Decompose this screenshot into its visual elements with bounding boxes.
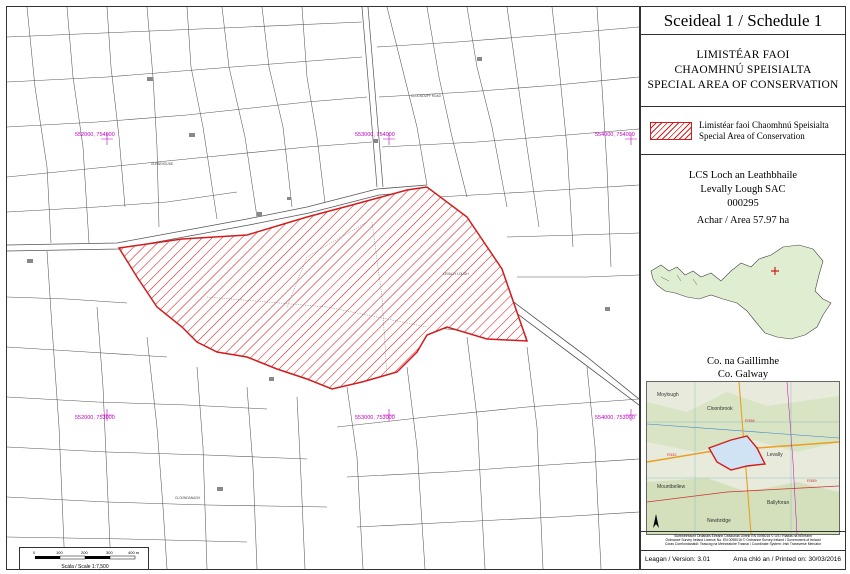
schedule-title: Sceideal 1 / Schedule 1 [641,7,845,35]
heading-line-1: LIMISTÉAR FAOI [696,49,790,61]
inset-label-4: Mountbellew [657,484,685,490]
map-sheet: 552000, 754000 553000, 754000 554000, 75… [0,0,850,574]
inset-label-3: Levally [767,452,783,458]
legend-text: Limistéar faoi Chaomhnú Speisialta Speci… [699,120,829,142]
sac-boundary[interactable] [117,186,529,390]
main-map[interactable]: 552000, 754000 553000, 754000 554000, 75… [6,6,640,570]
scale-tick-400: 400 m [128,550,140,555]
grid-label-3: 554000, 754000 [595,132,635,138]
inset-label-6: Newbridge [707,518,731,524]
county-irish: Co. na Gaillimhe [706,356,780,367]
site-name-english: Levally Lough SAC [700,184,786,195]
county-locator-map [650,244,832,340]
grid-label-1: 552000, 754000 [75,132,115,138]
county-english: Co. Galway [717,369,769,380]
scale-bar: 0 100 200 300 400 m Scála / Scale 1:7,50… [19,547,149,570]
heading-line-2: CHAOMHNÚ SPEISIALTA [674,64,812,76]
inset-road-1: R332 [667,452,677,457]
scale-tick-200: 200 [81,550,88,555]
grid-label-5: 553000, 753000 [355,415,395,421]
site-info: LCS Loch an Leathbhaile Levally Lough SA… [641,155,845,551]
site-details: LCS Loch an Leathbhaile Levally Lough SA… [641,169,845,228]
grid-label-2: 553000, 754000 [355,132,395,138]
grid-label-6: 554000, 753000 [595,415,635,421]
designation-heading: LIMISTÉAR FAOI CHAOMHNÚ SPEISIALTA SPECI… [641,35,845,107]
inset-map[interactable]: Moylough Cloonbrook Levally Mountbellew … [646,381,840,535]
site-area: Achar / Area 57.97 ha [696,215,790,226]
heading-line-3: SPECIAL AREA OF CONSERVATION [647,79,839,91]
scale-tick-100: 100 [56,550,63,555]
place-label-4: CLOONDANAGH [175,496,201,500]
info-panel: Sceideal 1 / Schedule 1 LIMISTÉAR FAOI C… [640,6,846,570]
inset-label-2: Cloonbrook [707,406,733,412]
legend-sac-swatch [650,122,692,140]
copyright-notice: Suirbhéireacht Ordanáis Éireann Ceadúnas… [641,531,845,551]
inset-map-canvas: Moylough Cloonbrook Levally Mountbellew … [647,382,839,534]
place-label-3: LEVALLY LOUGH [443,272,469,276]
legend-label-english: Special Area of Conservation [699,131,805,141]
grid-label-4: 552000, 753000 [75,415,115,421]
county-label: Co. na Gaillimhe Co. Galway [641,355,845,381]
scale-tick-300: 300 [106,550,113,555]
place-label-1: GLEBEHOUSE [151,162,173,166]
inset-road-2: R358 [745,418,755,423]
version-bar: Leagan / Version: 3.01 Arna chló an / Pr… [641,551,845,569]
inset-label-5: Ballyforan [767,500,789,506]
map-canvas: 552000, 754000 553000, 754000 554000, 75… [7,7,639,569]
site-code: 000295 [727,198,759,209]
inset-label-1: Moylough [657,392,679,398]
copyright-line-3: Córas Comhordanáidí: Teascóg na Meirceat… [664,542,822,546]
inset-road-3: R359 [807,478,817,483]
legend: Limistéar faoi Chaomhnú Speisialta Speci… [641,107,845,155]
scale-label: Scála / Scale 1:7,500 [61,564,109,570]
scale-tick-0: 0 [33,550,36,555]
scale-bar-graphic: 0 100 200 300 400 m [33,550,140,560]
legend-label-irish: Limistéar faoi Chaomhnú Speisialta [699,120,829,130]
site-name-irish: LCS Loch an Leathbhaile [688,170,798,181]
place-label-2: CLOONDUFF ROAD [411,94,442,98]
version-label: Leagan / Version: 3.01 [645,556,711,563]
printed-date: Arna chló an / Printed on: 30/03/2016 [733,556,841,563]
